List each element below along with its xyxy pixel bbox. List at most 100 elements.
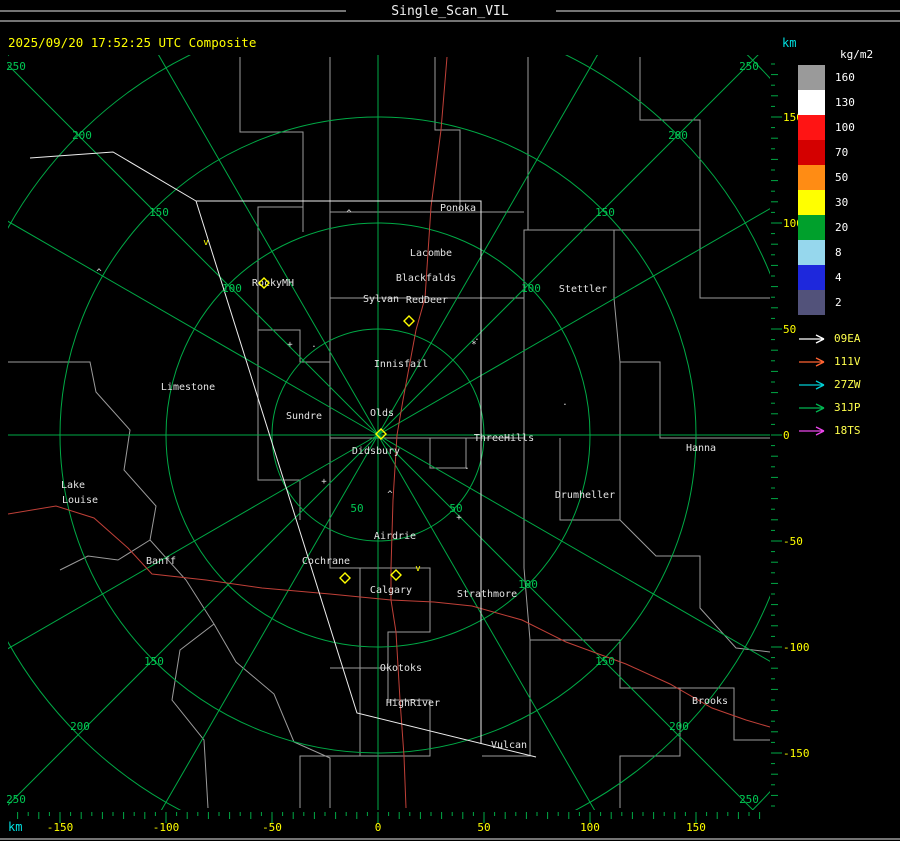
city-label: Lake <box>61 480 85 491</box>
azimuth-line <box>8 434 379 650</box>
axis-label-right: -50 <box>783 535 803 548</box>
county-boundary <box>559 438 621 521</box>
county-boundary <box>524 229 621 438</box>
axis-label-bottom: -50 <box>262 821 282 834</box>
county-boundary <box>620 361 770 439</box>
range-label: 150 <box>149 206 169 219</box>
county-boundary <box>359 567 431 669</box>
legend-swatch <box>798 290 825 315</box>
azimuth-line <box>377 434 596 810</box>
legend-swatch <box>798 140 825 165</box>
city-label: Drumheller <box>555 490 615 501</box>
legend-swatch <box>798 190 825 215</box>
range-label: 100 <box>518 578 538 591</box>
city-label: Strathmore <box>457 589 517 600</box>
azimuth-line <box>8 64 379 436</box>
station-track-row: 18TS <box>798 419 900 442</box>
legend-value: 130 <box>835 96 855 109</box>
legend-entry: 130 <box>798 90 900 115</box>
city-label: RockyMH <box>252 278 294 289</box>
range-label: 250 <box>6 793 26 806</box>
county-boundary <box>639 57 770 299</box>
legend-value: 30 <box>835 196 849 209</box>
timestamp: 2025/09/20 17:52:25 UTC Composite <box>8 35 256 50</box>
station-id: 09EA <box>834 332 861 345</box>
track-arrow-icon <box>799 425 825 436</box>
map-symbol: . <box>562 398 567 408</box>
range-label: 150 <box>595 655 615 668</box>
legend-value: 2 <box>835 296 842 309</box>
legend-entry: 100 <box>798 115 900 140</box>
legend-units: kg/m2 <box>840 48 874 61</box>
map-symbol: . <box>474 333 479 343</box>
radar-site-marker <box>403 315 415 327</box>
range-label: 250 <box>6 60 26 73</box>
city-label: Didsbury <box>352 446 400 457</box>
scan-area-outline <box>195 200 537 758</box>
range-label: 250 <box>739 793 759 806</box>
city-label: Sundre <box>286 411 322 422</box>
legend-entry: 4 <box>798 265 900 290</box>
station-track-row: 111V <box>798 350 900 373</box>
map-symbol: + <box>287 340 293 350</box>
city-label: RedDeer <box>406 295 448 306</box>
radar-site-marker <box>339 572 351 584</box>
city-label: Innisfail <box>374 359 428 370</box>
legend-value: 160 <box>835 71 855 84</box>
station-track-row: 27ZW <box>798 373 900 396</box>
map-symbol: v <box>203 238 208 248</box>
legend-value: 100 <box>835 121 855 134</box>
city-label: Airdrie <box>374 531 416 542</box>
city-label: Louise <box>62 495 98 506</box>
city-label: Cochrane <box>302 556 350 567</box>
axis-label-bottom: 0 <box>375 821 382 834</box>
station-id: 31JP <box>834 401 861 414</box>
station-id: 111V <box>834 355 861 368</box>
station-id: 18TS <box>834 424 861 437</box>
city-label: ThreeHills <box>474 433 534 444</box>
legend-value: 20 <box>835 221 849 234</box>
range-label: 200 <box>72 129 92 142</box>
city-label: Calgary <box>370 585 412 596</box>
azimuth-line <box>160 434 379 810</box>
map-layers <box>8 55 770 810</box>
legend-swatch <box>798 90 825 115</box>
city-label: Vulcan <box>491 740 527 751</box>
city-label: Blackfalds <box>396 273 456 284</box>
legend-swatch <box>798 265 825 290</box>
range-label: 150 <box>144 655 164 668</box>
azimuth-line <box>377 434 770 662</box>
range-ring <box>8 55 770 810</box>
axis-unit-bottom: km <box>8 820 22 834</box>
city-label: Olds <box>370 408 394 419</box>
axis-label-bottom: 100 <box>580 821 600 834</box>
range-label: 250 <box>739 60 759 73</box>
county-boundary <box>8 361 331 808</box>
station-id: 27ZW <box>834 378 861 391</box>
range-label: 150 <box>595 206 615 219</box>
window-title: Single_Scan_VIL <box>391 4 509 19</box>
county-boundary <box>619 519 770 653</box>
axis-label-bottom: 150 <box>686 821 706 834</box>
axis-label-bottom: 50 <box>477 821 490 834</box>
legend-entry: 70 <box>798 140 900 165</box>
legend-entry: 20 <box>798 215 900 240</box>
city-label: Stettler <box>559 284 607 295</box>
range-label: 100 <box>222 282 242 295</box>
track-arrow-icon <box>799 379 825 390</box>
azimuth-line <box>158 55 379 436</box>
legend-entry: 8 <box>798 240 900 265</box>
map-symbol: + <box>456 513 462 523</box>
map-symbol: v <box>415 564 420 574</box>
county-boundary <box>258 329 330 363</box>
city-label: Banff <box>146 556 176 567</box>
radar-map-canvas[interactable]: Single_Scan_VIL 2025/09/20 17:52:25 UTC … <box>0 0 900 841</box>
station-track-row: 31JP <box>798 396 900 419</box>
highway-line <box>390 56 448 809</box>
county-boundary <box>434 57 461 212</box>
map-symbol: ^ <box>387 490 393 500</box>
legend-swatch <box>798 215 825 240</box>
map-symbol: . <box>464 462 469 472</box>
axis-label-right: 50 <box>783 323 796 336</box>
storm-track-legend: 09EA 111V 27ZW 31JP 18TS <box>798 327 900 442</box>
